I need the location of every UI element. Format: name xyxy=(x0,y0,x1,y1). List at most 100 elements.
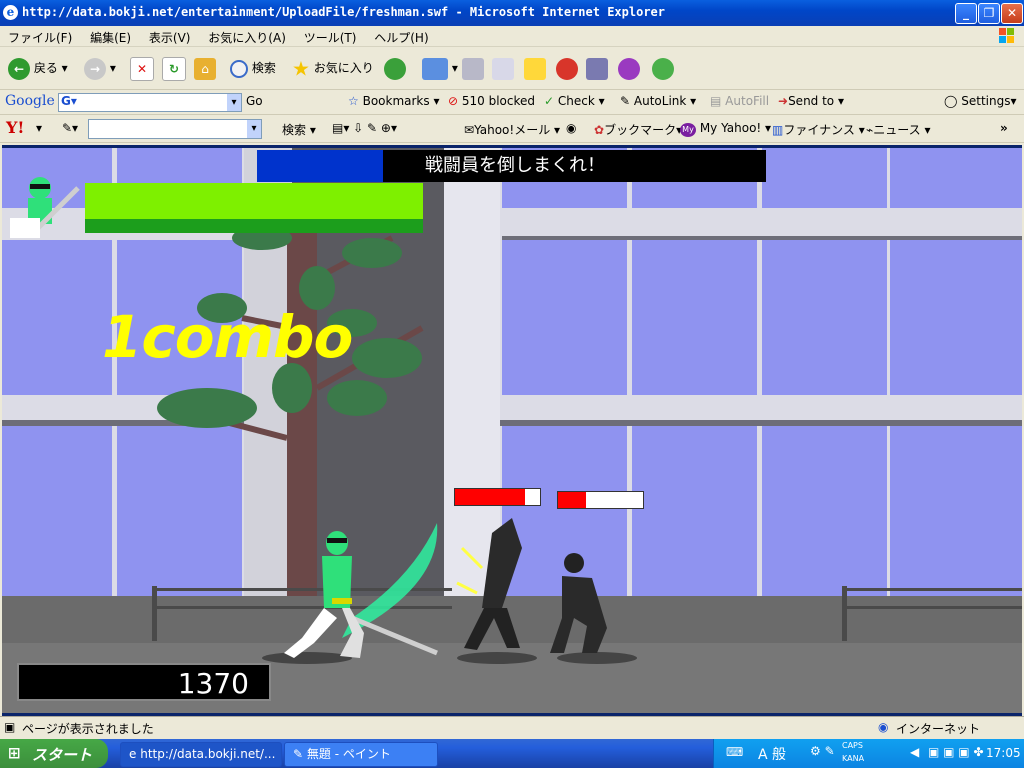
taskbar: ⊞ スタート e http://data.bokji.net/... ✎ 無題 … xyxy=(0,739,1024,768)
railing xyxy=(842,606,1022,609)
menu-favorites[interactable]: お気に入り(A) xyxy=(200,26,292,46)
taskbar-paint-window[interactable]: ✎ 無題 - ペイント xyxy=(284,742,438,767)
star-icon: ★ xyxy=(292,56,310,81)
menu-help[interactable]: ヘルプ(H) xyxy=(366,26,434,46)
player-hp-bar-fill xyxy=(85,183,423,219)
building-window xyxy=(890,426,1022,596)
bookmark-icon: ✿ xyxy=(594,123,605,137)
start-button[interactable]: ⊞ スタート xyxy=(0,739,108,768)
spell-check-button[interactable]: ✓ Check ▾ xyxy=(544,94,605,108)
messenger-icon xyxy=(618,57,640,80)
contacts-icon xyxy=(652,57,674,80)
yahoo-search-input[interactable]: ▾ xyxy=(88,119,262,139)
globe-icon[interactable]: ◉ xyxy=(566,121,576,135)
status-message: ページが表示されました xyxy=(22,722,154,736)
contacts-button[interactable] xyxy=(652,55,674,81)
favorites-button[interactable]: ★ お気に入り xyxy=(292,55,374,81)
railing-post xyxy=(842,586,847,641)
player-portrait xyxy=(10,177,80,238)
search-button[interactable]: 検索 xyxy=(230,55,276,81)
messenger-button[interactable] xyxy=(618,55,640,81)
history-button[interactable] xyxy=(384,55,406,81)
chart-icon: ▥ xyxy=(772,123,784,137)
edit-button[interactable] xyxy=(492,55,514,81)
autolink-button[interactable]: ✎ AutoLink ▾ xyxy=(620,94,696,108)
railing xyxy=(842,588,1022,591)
autofill-label: AutoFill xyxy=(725,94,770,108)
yahoo-bookmark-button[interactable]: ✿ブックマーク▾ xyxy=(594,121,682,138)
ime-mode[interactable]: A 般 xyxy=(758,744,786,764)
dropdown-arrow-icon[interactable]: ▾ xyxy=(247,120,261,138)
google-search-input[interactable]: G▾ ▾ xyxy=(58,93,242,112)
research-button[interactable] xyxy=(556,55,578,81)
google-toolbar: Google G▾ ▾ Go ☆ Bookmarks ▾ ⊘ 510 block… xyxy=(0,90,1024,115)
home-button[interactable]: ⌂ xyxy=(194,55,216,81)
start-label: スタート xyxy=(32,746,93,764)
close-button[interactable]: ✕ xyxy=(1001,3,1023,24)
print-icon xyxy=(462,57,484,80)
print-button[interactable] xyxy=(462,55,484,81)
maximize-button[interactable]: ❐ xyxy=(978,3,1000,24)
google-logo: Google xyxy=(5,93,55,109)
yahoo-mail-button[interactable]: ✉Yahoo!メール ▾ xyxy=(464,121,560,138)
battle-scene xyxy=(262,518,637,664)
minimize-button[interactable]: _ xyxy=(955,3,977,24)
menu-bar: ファイル(F) 編集(E) 表示(V) お気に入り(A) ツール(T) ヘルプ(… xyxy=(0,26,1024,47)
title-bar[interactable]: e http://data.bokji.net/entertainment/Up… xyxy=(0,0,1024,26)
building-ledge xyxy=(502,236,1022,240)
clock[interactable]: 17:05 xyxy=(986,746,1021,760)
flash-game-canvas[interactable]: 戦闘員を倒しまくれ！ 1combo 1370 xyxy=(2,145,1022,716)
pencil-icon[interactable]: ✎▾ xyxy=(62,121,78,135)
kana-indicator: KANA xyxy=(842,754,865,763)
back-button[interactable]: ← 戻る ▾ xyxy=(8,55,68,81)
toolbar-overflow-button[interactable]: » xyxy=(1000,121,1008,135)
bookmarks-button[interactable]: ☆ Bookmarks ▾ xyxy=(348,94,439,108)
finance-button[interactable]: ▥ファイナンス ▾ xyxy=(772,121,865,138)
send-to-button[interactable]: ➜Send to ▾ xyxy=(778,94,844,108)
mission-text: 戦闘員を倒しまくれ！ xyxy=(383,150,766,182)
news-label: ニュース xyxy=(873,123,921,137)
envelope-icon: ✉ xyxy=(464,123,475,137)
media-button[interactable] xyxy=(586,55,608,81)
finance-label: ファイナンス xyxy=(783,123,855,137)
menu-file[interactable]: ファイル(F) xyxy=(0,26,78,46)
railing-post xyxy=(152,586,157,641)
news-button[interactable]: ⌁ニュース ▾ xyxy=(866,121,930,138)
my-yahoo-icon: My xyxy=(680,123,696,137)
dropdown-arrow-icon[interactable]: ▾ xyxy=(227,94,241,111)
keyboard-icon[interactable]: ⌨ xyxy=(726,745,743,759)
refresh-icon: ↻ xyxy=(162,56,186,81)
menu-edit[interactable]: 編集(E) xyxy=(82,26,137,46)
yahoo-tool-icons[interactable]: ▤▾ ⇩ ✎ ⊕▾ xyxy=(332,121,397,135)
google-go-button[interactable]: Go xyxy=(246,94,263,108)
taskbar-ie-label: http://data.bokji.net/... xyxy=(140,747,276,761)
building-window xyxy=(890,148,1022,208)
enemy1-hp-bar-fill xyxy=(455,489,525,505)
settings-button[interactable]: ◯ Settings▾ xyxy=(944,94,1017,108)
my-yahoo-button[interactable]: My My Yahoo! ▾ xyxy=(680,121,771,137)
discuss-button[interactable] xyxy=(524,55,546,81)
yahoo-logo[interactable]: Y! xyxy=(6,118,24,137)
menu-view[interactable]: 表示(V) xyxy=(141,26,197,46)
ime-tool-icons[interactable]: ⚙ ✎ xyxy=(810,744,835,758)
autofill-button[interactable]: ▤ AutoFill xyxy=(710,94,769,108)
standard-toolbar: ← 戻る ▾ → ▾ ✕ ↻ ⌂ 検索 ★ お気に入り ▾ xyxy=(0,47,1024,90)
enemy2-hp-bar-track xyxy=(557,491,644,509)
search-label: 検索 xyxy=(251,61,276,75)
my-yahoo-label: My Yahoo! xyxy=(699,121,762,135)
building-window xyxy=(762,148,887,208)
menu-tools[interactable]: ツール(T) xyxy=(296,26,363,46)
yahoo-bookmark-label: ブックマーク xyxy=(604,123,677,137)
yahoo-search-button[interactable]: 検索 ▾ xyxy=(282,121,316,138)
forward-button[interactable]: → ▾ xyxy=(84,55,116,81)
yahoo-mail-label: Yahoo!メール xyxy=(474,123,551,137)
yahoo-toolbar: Y! ▾ ✎▾ ▾ 検索 ▾ ▤▾ ⇩ ✎ ⊕▾ ✉Yahoo!メール ▾ ◉ … xyxy=(0,115,1024,143)
popup-blocker-button[interactable]: ⊘ 510 blocked xyxy=(448,94,535,108)
tray-arrow-icon[interactable]: ◀ xyxy=(910,745,919,759)
taskbar-ie-window[interactable]: e http://data.bokji.net/... xyxy=(120,742,282,767)
mail-button[interactable]: ▾ xyxy=(422,55,458,81)
stop-button[interactable]: ✕ xyxy=(130,55,154,81)
stop-icon: ✕ xyxy=(130,56,154,81)
refresh-button[interactable]: ↻ xyxy=(162,55,186,81)
tray-app-icons[interactable]: ▣ ▣ ▣ ✤ xyxy=(928,745,984,759)
